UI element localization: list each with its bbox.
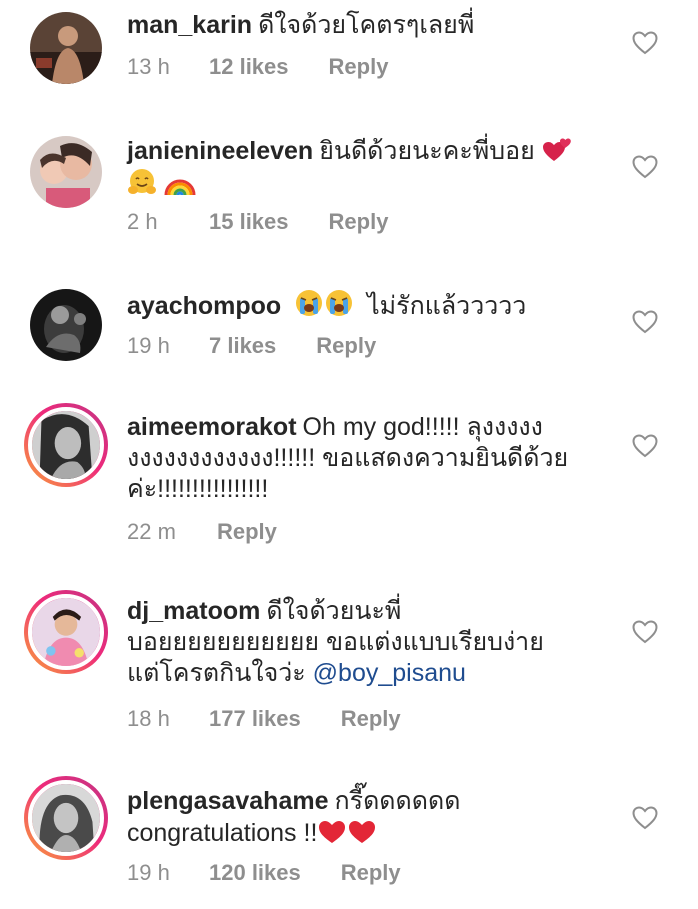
like-heart-icon[interactable] [632,620,658,644]
avatar[interactable] [30,136,102,208]
likes-count[interactable]: 120 likes [209,860,301,886]
comment-text: congratulations !! [127,819,318,847]
avatar[interactable] [30,289,102,361]
mention-link[interactable]: @boy_pisanu [313,659,466,687]
reply-button[interactable]: Reply [341,706,401,732]
hugging-face-emoji-icon [128,169,156,194]
comment-time: 2 h [127,209,158,234]
avatar-story-ring[interactable] [24,590,108,674]
username[interactable]: dj_matoom [127,597,260,625]
avatar-photo [32,411,100,479]
comment-text: งงงงงงงงงงงง!!!!!! ขอแสดงความยินดีด้วย [127,444,569,472]
comment-text: ไม่รักแล้ววววว [367,292,527,320]
reply-button[interactable]: Reply [217,519,277,545]
reply-button[interactable]: Reply [341,860,401,886]
two-hearts-emoji-icon [542,138,571,161]
avatar-story-ring[interactable] [24,403,108,487]
username[interactable]: aimeemorakot [127,413,297,441]
comment-text: ยินดีด้วยนะคะพี่บอย [319,137,535,165]
comment-text: ค่ะ!!!!!!!!!!!!!!!! [127,475,269,503]
comment-text: แต่โครตกินใจว่ะ [127,659,306,687]
comment-time: 22 m [127,519,176,544]
likes-count[interactable]: 15 likes [209,209,289,235]
comment-item: man_karin ดีใจด้วยโคตรๆเลยพี่ 13 h 12 like… [0,0,698,110]
avatar-photo [30,12,102,84]
avatar-photo [30,136,102,208]
likes-count[interactable]: 7 likes [209,333,276,359]
loudly-crying-face-emoji-icon [326,290,353,316]
comment-item: plengasavahame กรี๊ดดดดดด congratulations… [0,770,698,909]
comment-text: กรี๊ดดดดดด [334,787,461,815]
reply-button[interactable]: Reply [329,54,389,80]
comment-text: บอยยยยยยยยยยย ขอแต่งแบบเรียบง่าย [127,628,544,656]
loudly-crying-face-emoji-icon [296,290,323,316]
red-heart-emoji-icon [349,821,376,843]
comment-item: dj_matoom ดีใจด้วยนะพี่ บอยยยยยยยยยยย ขอแ… [0,582,698,752]
red-heart-emoji-icon [319,821,346,843]
avatar-story-ring[interactable] [24,776,108,860]
username[interactable]: ayachompoo [127,292,281,320]
comment-item: aimeemorakot Oh my god!!!!! ลุงงงงง งงงงง… [0,395,698,565]
like-heart-icon[interactable] [632,31,658,55]
like-heart-icon[interactable] [632,310,658,334]
likes-count[interactable]: 177 likes [209,706,301,732]
comment-time: 13 h [127,54,170,79]
username[interactable]: man_karin [127,11,252,39]
comment-item: ayachompoo ไม่รักแล้ววววว 19 h 7 likes Rep… [0,276,698,386]
comment-item: janienineeleven ยินดีด้วยนะคะพี่บอย 2 h 15… [0,120,698,260]
like-heart-icon[interactable] [632,806,658,830]
username[interactable]: janienineeleven [127,137,313,165]
comment-time: 19 h [127,860,170,885]
avatar[interactable] [30,12,102,84]
comment-time: 19 h [127,333,170,358]
comment-text: Oh my god!!!!! ลุงงงงง [302,413,543,441]
reply-button[interactable]: Reply [329,209,389,235]
reply-button[interactable]: Reply [316,333,376,359]
username[interactable]: plengasavahame [127,787,329,815]
comment-time: 18 h [127,706,170,731]
comment-text: ดีใจด้วยโคตรๆเลยพี่ [258,11,475,39]
like-heart-icon[interactable] [632,434,658,458]
like-heart-icon[interactable] [632,155,658,179]
avatar-photo [32,784,100,852]
likes-count[interactable]: 12 likes [209,54,289,80]
avatar-photo [32,598,100,666]
comment-text: ดีใจด้วยนะพี่ [266,597,402,625]
avatar-photo [30,289,102,361]
rainbow-emoji-icon [164,179,196,196]
